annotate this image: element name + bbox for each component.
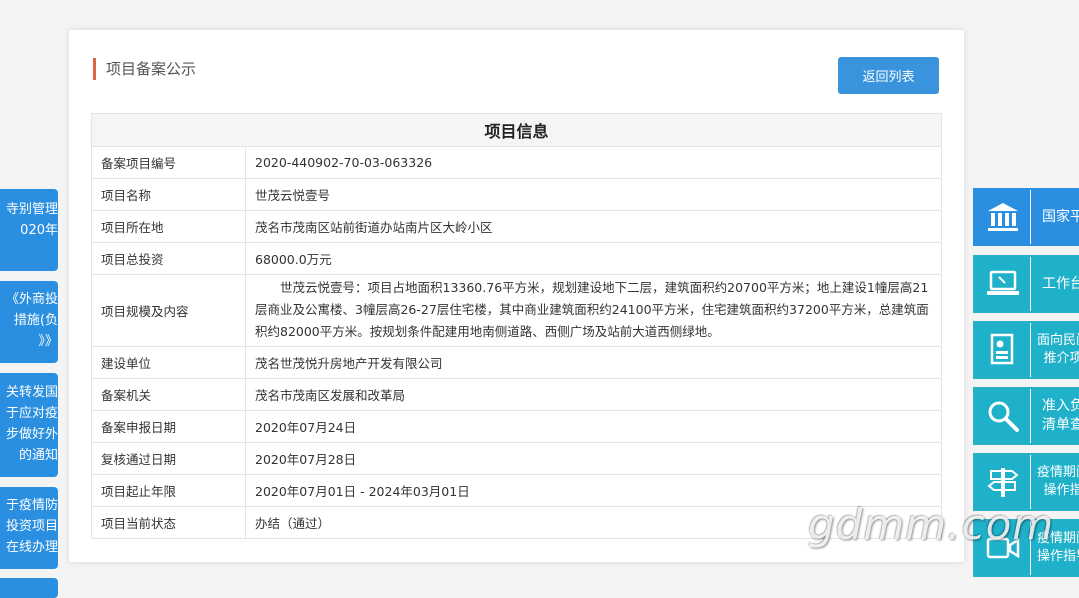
row-label: 建设单位 xyxy=(91,346,246,379)
left-notice-3[interactable]: 关转发国 于应对疫 步做好外 的通知 xyxy=(0,373,58,477)
bank-icon xyxy=(985,199,1021,235)
tile-label: 面向民间 xyxy=(1036,333,1079,348)
tile-negative-list[interactable]: 准入负 清单查 xyxy=(973,387,1079,445)
laptop-icon xyxy=(985,266,1021,302)
watermark: gdmm.com xyxy=(808,500,1055,549)
row-label: 复核通过日期 xyxy=(91,442,246,475)
left-notice-line: 投资项目 xyxy=(5,519,58,534)
row-value: 2020年07月24日 xyxy=(245,410,942,443)
tile-workbench[interactable]: 工作台 xyxy=(973,255,1079,313)
table-heading: 项目信息 xyxy=(91,113,942,147)
left-notice-4[interactable]: 于疫情防 投资项目 在线办理 xyxy=(0,487,58,569)
row-label: 项目当前状态 xyxy=(91,506,246,539)
tile-label: 推介项 xyxy=(1043,351,1079,366)
left-notice-5[interactable] xyxy=(0,578,58,598)
row-label: 项目总投资 xyxy=(91,242,246,275)
signpost-icon xyxy=(985,464,1021,500)
left-notice-1[interactable]: 寺别管理 020年 xyxy=(0,189,58,271)
row-value: 世茂云悦壹号 xyxy=(245,178,942,211)
tile-label: 疫情期间 xyxy=(1036,465,1079,480)
left-notice-line: 关转发国 xyxy=(5,385,58,400)
left-notice-2[interactable]: 《外商投 措施(负 》》 xyxy=(0,281,58,363)
row-value: 68000.0万元 xyxy=(245,242,942,275)
project-scope-text: 世茂云悦壹号：项目占地面积13360.76平方米，规划建设地下二层，建筑面积约2… xyxy=(255,280,929,339)
table-row: 复核通过日期 2020年07月28日 xyxy=(91,442,942,475)
left-notice-line: 于应对疫 xyxy=(5,406,58,421)
left-notice-line: 于疫情防 xyxy=(5,498,58,513)
tile-label: 准入负 xyxy=(1042,398,1079,414)
row-label: 备案项目编号 xyxy=(91,146,246,179)
left-notice-line: 措施(负 xyxy=(13,313,58,328)
tile-label: 清单查 xyxy=(1042,417,1079,433)
row-label: 项目名称 xyxy=(91,178,246,211)
row-label: 备案申报日期 xyxy=(91,410,246,443)
tile-label: 国家平 xyxy=(1042,208,1079,225)
table-row: 建设单位 茂名世茂悦升房地产开发有限公司 xyxy=(91,346,942,379)
tile-national-platform[interactable]: 国家平 xyxy=(973,188,1079,246)
table-row: 项目规模及内容 世茂云悦壹号：项目占地面积13360.76平方米，规划建设地下二… xyxy=(91,274,942,347)
row-value: 茂名市茂南区站前街道办站南片区大岭小区 xyxy=(245,210,942,243)
document-icon xyxy=(985,332,1021,368)
tile-label: 操作指 xyxy=(1043,483,1079,498)
row-label: 项目所在地 xyxy=(91,210,246,243)
row-label: 项目起止年限 xyxy=(91,474,246,507)
back-to-list-button[interactable]: 返回列表 xyxy=(838,57,939,94)
table-row: 项目总投资 68000.0万元 xyxy=(91,242,942,275)
table-row: 项目名称 世茂云悦壹号 xyxy=(91,178,942,211)
left-notice-line: 020年 xyxy=(20,223,58,238)
table-row: 备案项目编号 2020-440902-70-03-063326 xyxy=(91,146,942,179)
tile-label: 操作指导 xyxy=(1036,549,1079,564)
row-value: 2020年07月28日 xyxy=(245,442,942,475)
row-label: 项目规模及内容 xyxy=(91,274,246,347)
left-notice-line: 在线办理 xyxy=(5,540,58,555)
left-notice-line: 》》 xyxy=(38,334,58,349)
table-row: 备案申报日期 2020年07月24日 xyxy=(91,410,942,443)
row-value: 世茂云悦壹号：项目占地面积13360.76平方米，规划建设地下二层，建筑面积约2… xyxy=(245,274,942,347)
row-value: 茂名世茂悦升房地产开发有限公司 xyxy=(245,346,942,379)
row-label: 备案机关 xyxy=(91,378,246,411)
left-notice-line: 步做好外 xyxy=(5,427,58,442)
tile-label: 工作台 xyxy=(1042,275,1079,292)
table-row: 备案机关 茂名市茂南区发展和改革局 xyxy=(91,378,942,411)
tile-private-capital[interactable]: 面向民间 推介项 xyxy=(973,321,1079,379)
table-row: 项目所在地 茂名市茂南区站前街道办站南片区大岭小区 xyxy=(91,210,942,243)
left-notice-line: 《外商投 xyxy=(5,292,58,307)
search-icon xyxy=(985,398,1021,434)
left-notice-line: 的通知 xyxy=(18,448,58,463)
row-value: 2020-440902-70-03-063326 xyxy=(245,146,942,179)
row-value: 茂名市茂南区发展和改革局 xyxy=(245,378,942,411)
page-title: 项目备案公示 xyxy=(93,58,196,80)
project-card: 项目备案公示 返回列表 项目信息 备案项目编号 2020-440902-70-0… xyxy=(69,30,964,562)
left-notice-line: 寺别管理 xyxy=(5,202,58,217)
project-info-table: 项目信息 备案项目编号 2020-440902-70-03-063326 项目名… xyxy=(91,113,942,539)
